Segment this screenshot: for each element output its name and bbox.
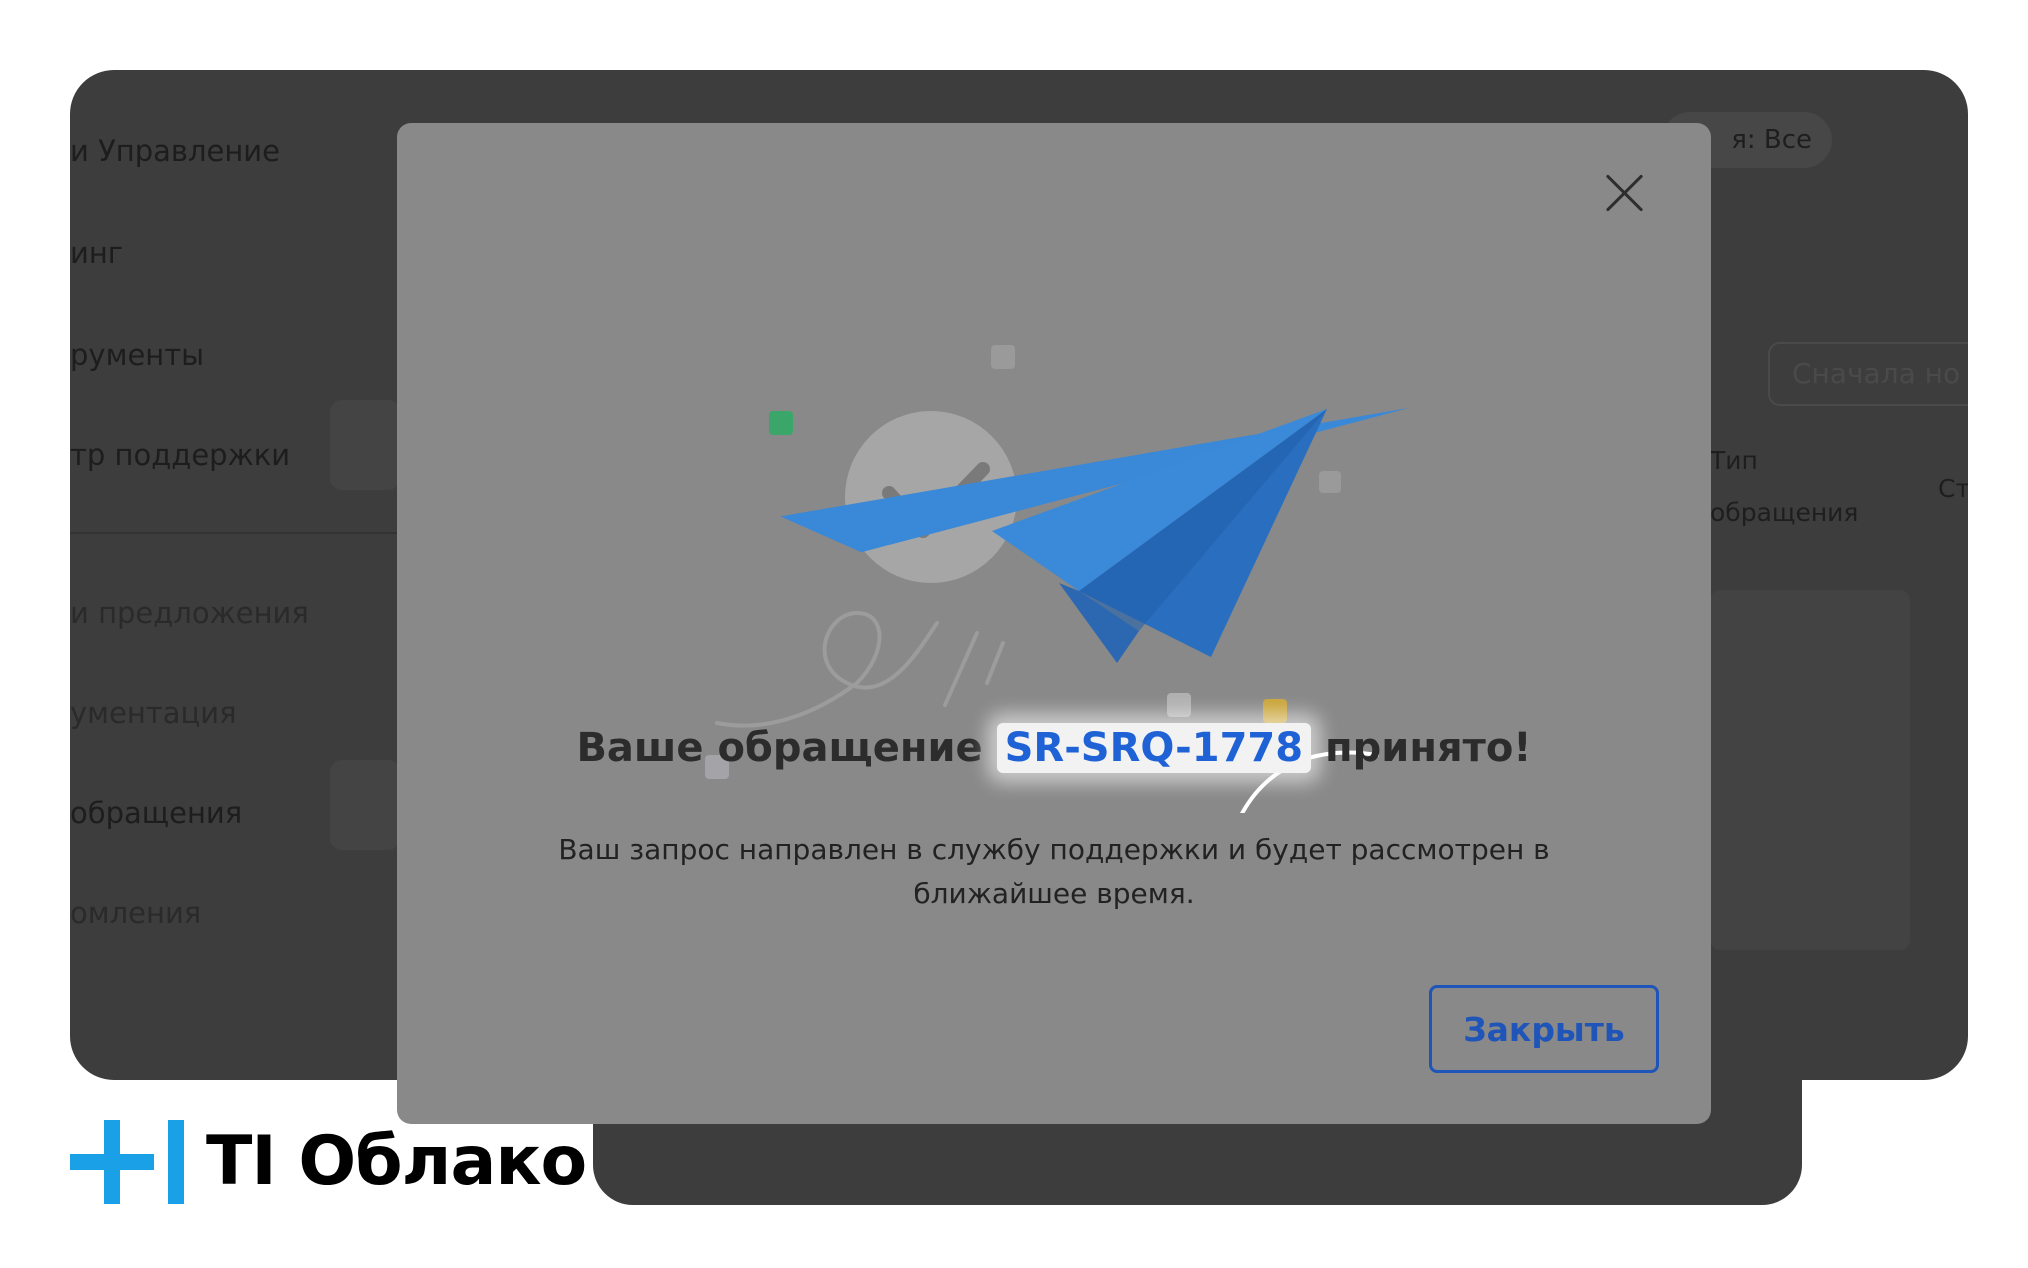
modal-description: Ваш запрос направлен в службу поддержки … [558,833,1550,910]
confetti-square [1263,699,1287,723]
confetti-square [991,345,1015,369]
motion-line [943,631,979,707]
confetti-square [1319,471,1341,493]
brand-mark-icon [70,1120,184,1204]
motion-line [985,641,1005,685]
sidebar-item-highlight [330,760,400,850]
column-header-type: Тип [1710,446,1758,475]
confetti-square [1167,693,1191,717]
title-suffix: принято! [1325,725,1532,771]
brand-name: TI Облако [206,1122,587,1201]
close-icon[interactable] [1603,171,1647,215]
sidebar-item-notifications[interactable]: омления [70,896,201,930]
sidebar-item-management[interactable]: и Управление [70,134,280,168]
sidebar-item-tools[interactable]: рументы [70,338,204,372]
ticket-id[interactable]: SR-SRQ-1778 [996,723,1312,773]
swirl-trail [715,610,939,728]
column-header-status: Ст [1938,474,1968,503]
sort-select[interactable]: Сначала но [1768,342,1968,406]
confetti-square [769,411,793,435]
sidebar-item-monitoring[interactable]: инг [70,236,123,270]
sidebar-item-documentation[interactable]: ументация [70,696,237,730]
column-header-type-line2: обращения [1710,498,1859,527]
sidebar-item-support-center[interactable]: тр поддержки [70,438,290,472]
modal-title: Ваше обращение SR-SRQ-1778 принято! [397,723,1711,773]
success-modal: Ваше обращение SR-SRQ-1778 принято! Ваш … [397,123,1711,1124]
sidebar-divider [70,532,400,534]
screenshot-stage: и Управление инг рументы тр поддержки и … [0,0,2028,1268]
table-placeholder [1710,590,1910,950]
close-button[interactable]: Закрыть [1429,985,1659,1073]
sidebar-item-requests[interactable]: обращения [70,796,242,830]
sidebar-item-suggestions[interactable]: и предложения [70,596,309,630]
title-prefix: Ваше обращение [576,725,983,771]
sidebar-active-highlight [330,400,400,490]
